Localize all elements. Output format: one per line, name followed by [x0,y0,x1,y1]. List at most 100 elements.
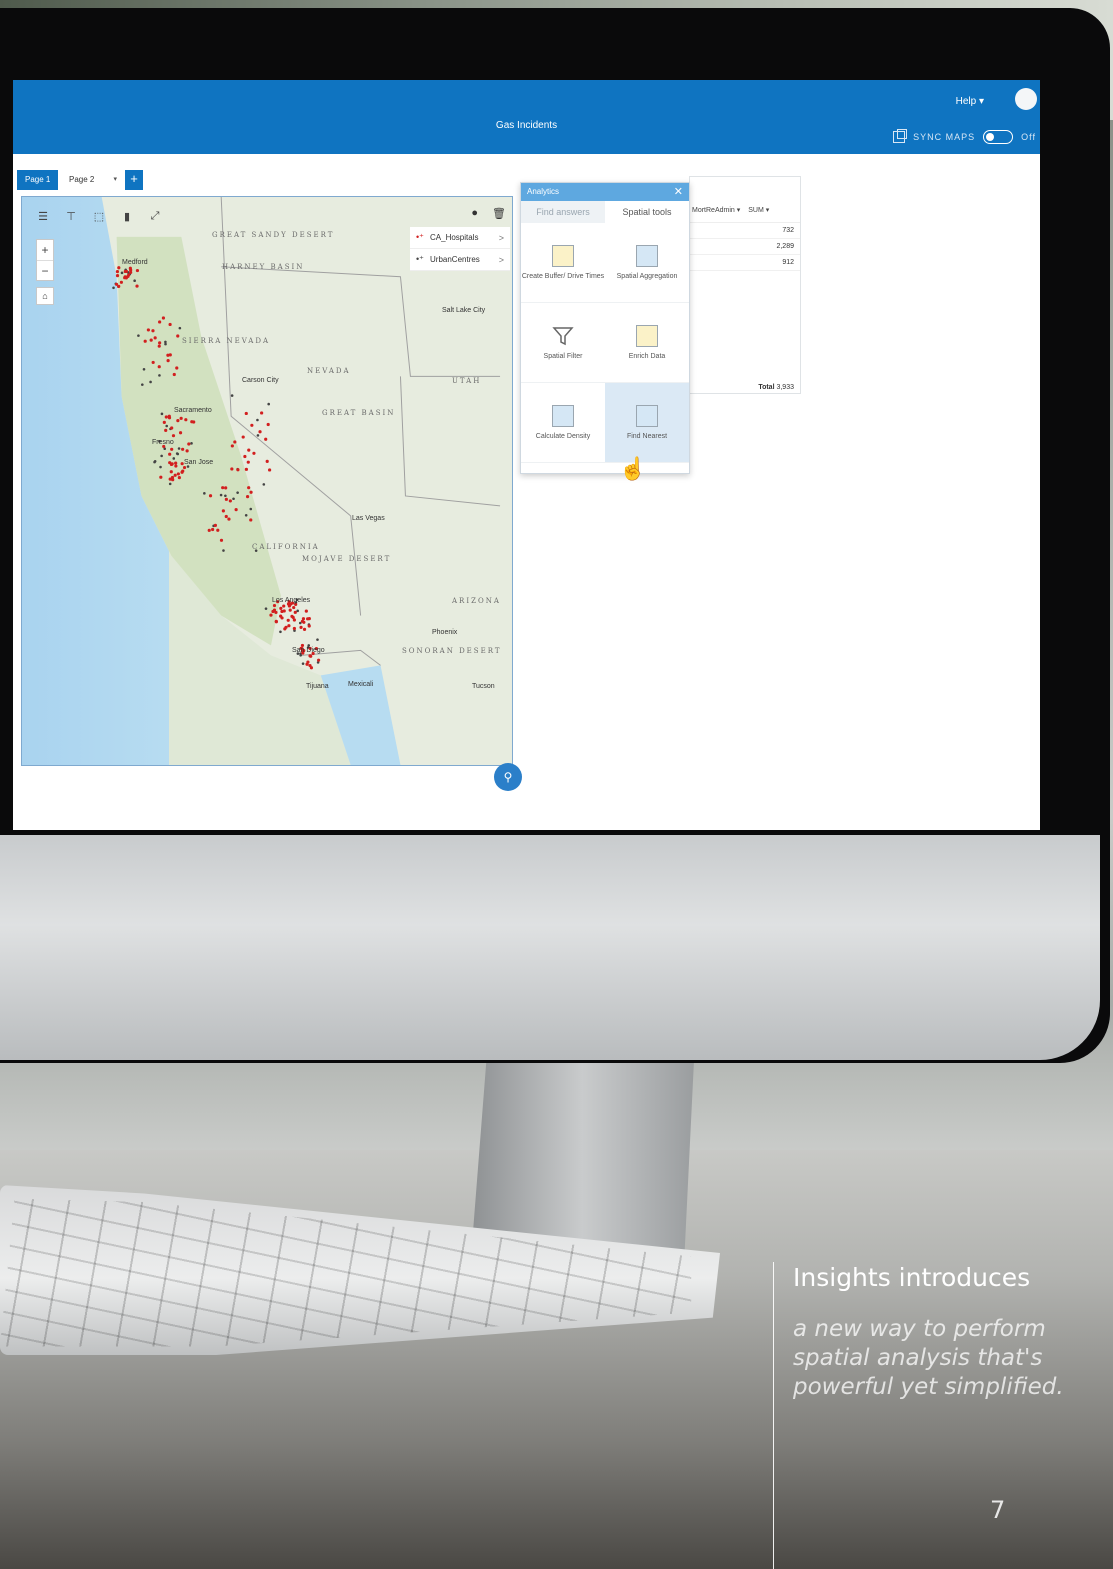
hospital-point[interactable] [292,605,296,610]
zoom-in-button[interactable]: + [37,240,53,260]
urban-centre-point[interactable] [137,334,140,337]
hospital-point[interactable] [224,486,228,490]
urban-centre-point[interactable] [133,279,136,283]
hospital-point[interactable] [146,328,150,332]
hospital-point[interactable] [171,478,175,482]
tab-spatial-tools[interactable]: Spatial tools [605,201,689,223]
hospital-point[interactable] [308,663,312,668]
map-canvas[interactable] [22,197,512,765]
hospital-point[interactable] [301,617,306,621]
urban-centre-point[interactable] [190,442,193,445]
hospital-point[interactable] [236,468,240,472]
hospital-point[interactable] [126,274,130,279]
hospital-point[interactable] [227,517,231,521]
urban-centre-point[interactable] [249,507,253,511]
add-page-button[interactable]: + [125,170,143,190]
urban-centre-point[interactable] [178,326,182,330]
hospital-point[interactable] [279,614,283,618]
urban-centre-point[interactable] [279,630,282,634]
hospital-point[interactable] [143,339,147,343]
hospital-point[interactable] [180,470,184,474]
hospital-point[interactable] [228,499,232,503]
hospital-point[interactable] [244,411,248,416]
urban-centre-point[interactable] [177,447,181,450]
hospital-point[interactable] [247,448,251,452]
hospital-point[interactable] [286,618,290,622]
hospital-point[interactable] [290,614,294,618]
hospital-point[interactable] [168,353,172,357]
hospital-point[interactable] [117,266,121,270]
hospital-point[interactable] [149,338,153,342]
urban-centre-point[interactable] [230,394,234,397]
chevron-down-icon[interactable]: ▾ [113,170,117,190]
hospital-point[interactable] [260,411,264,415]
hospital-point[interactable] [213,523,218,527]
hospital-point[interactable] [168,452,172,456]
urban-centre-point[interactable] [165,424,169,428]
hospital-point[interactable] [208,494,213,498]
hospital-point[interactable] [164,428,168,432]
hospital-point[interactable] [292,618,296,622]
urban-centre-point[interactable] [112,286,115,290]
sync-maps-toggle[interactable] [983,130,1014,144]
hospital-point[interactable] [117,284,121,288]
enrich-data-tool[interactable]: Enrich Data [605,303,689,383]
hospital-point[interactable] [283,627,287,631]
close-icon[interactable]: ✕ [674,183,683,201]
hospital-point[interactable] [299,625,303,629]
trash-icon[interactable]: 🗑 [492,207,506,220]
hospital-point[interactable] [258,430,262,434]
tab-page-1[interactable]: Page 1 [17,170,59,190]
hospital-point[interactable] [190,420,194,424]
hospital-point[interactable] [172,372,176,377]
hospital-point[interactable] [308,654,312,658]
urban-centre-point[interactable] [168,482,172,486]
tab-find-answers[interactable]: Find answers [521,201,605,223]
urban-centre-point[interactable] [296,609,299,613]
hospital-point[interactable] [265,459,269,463]
hospital-point[interactable] [264,437,268,441]
hospital-point[interactable] [174,461,178,465]
urban-centre-point[interactable] [160,454,163,458]
hospital-point[interactable] [247,486,251,490]
hospital-point[interactable] [244,467,248,471]
hospital-point[interactable] [151,360,155,365]
hospital-point[interactable] [233,440,237,444]
find-nearest-tool[interactable]: Find Nearest [605,383,689,463]
hospital-point[interactable] [178,431,183,435]
hospital-point[interactable] [307,617,311,621]
hospital-point[interactable] [169,470,173,474]
calculate-density-tool[interactable]: Calculate Density [521,383,605,463]
hospital-point[interactable] [185,449,189,453]
urban-centre-point[interactable] [301,662,305,665]
hospital-point[interactable] [219,538,224,542]
hospital-point[interactable] [272,603,277,608]
hospital-point[interactable] [169,462,174,467]
hospital-point[interactable] [123,269,127,274]
hospital-point[interactable] [167,414,171,418]
hospital-point[interactable] [162,420,166,425]
hospital-point[interactable] [241,435,245,439]
hospital-point[interactable] [221,509,225,513]
chevron-right-icon[interactable]: > [499,255,504,265]
table-row[interactable]: 2,289 [690,239,800,255]
urban-centre-point[interactable] [149,380,152,384]
hospital-point[interactable] [304,609,308,613]
hospital-point[interactable] [282,604,286,608]
hospital-point[interactable] [246,460,250,464]
urban-centre-point[interactable] [141,383,144,386]
hospital-point[interactable] [159,475,163,479]
hospital-point[interactable] [176,419,180,423]
hospital-point[interactable] [266,422,270,427]
hospital-point[interactable] [272,608,277,612]
hospital-point[interactable] [316,658,321,662]
home-extent-button[interactable]: ⌂ [36,287,54,305]
hospital-point[interactable] [135,268,140,273]
hospital-point[interactable] [115,274,120,278]
hospital-point[interactable] [306,660,310,664]
urban-centre-point[interactable] [153,460,156,464]
hospital-point[interactable] [164,415,168,419]
hospital-point[interactable] [177,476,181,480]
map-card[interactable]: ☰ ⊤ ⬚ ▮ ⤢ ● 🗑 + − ⌂ •⁺ CA_Hospitals > •⁺… [21,196,513,766]
hospital-point[interactable] [250,423,254,427]
